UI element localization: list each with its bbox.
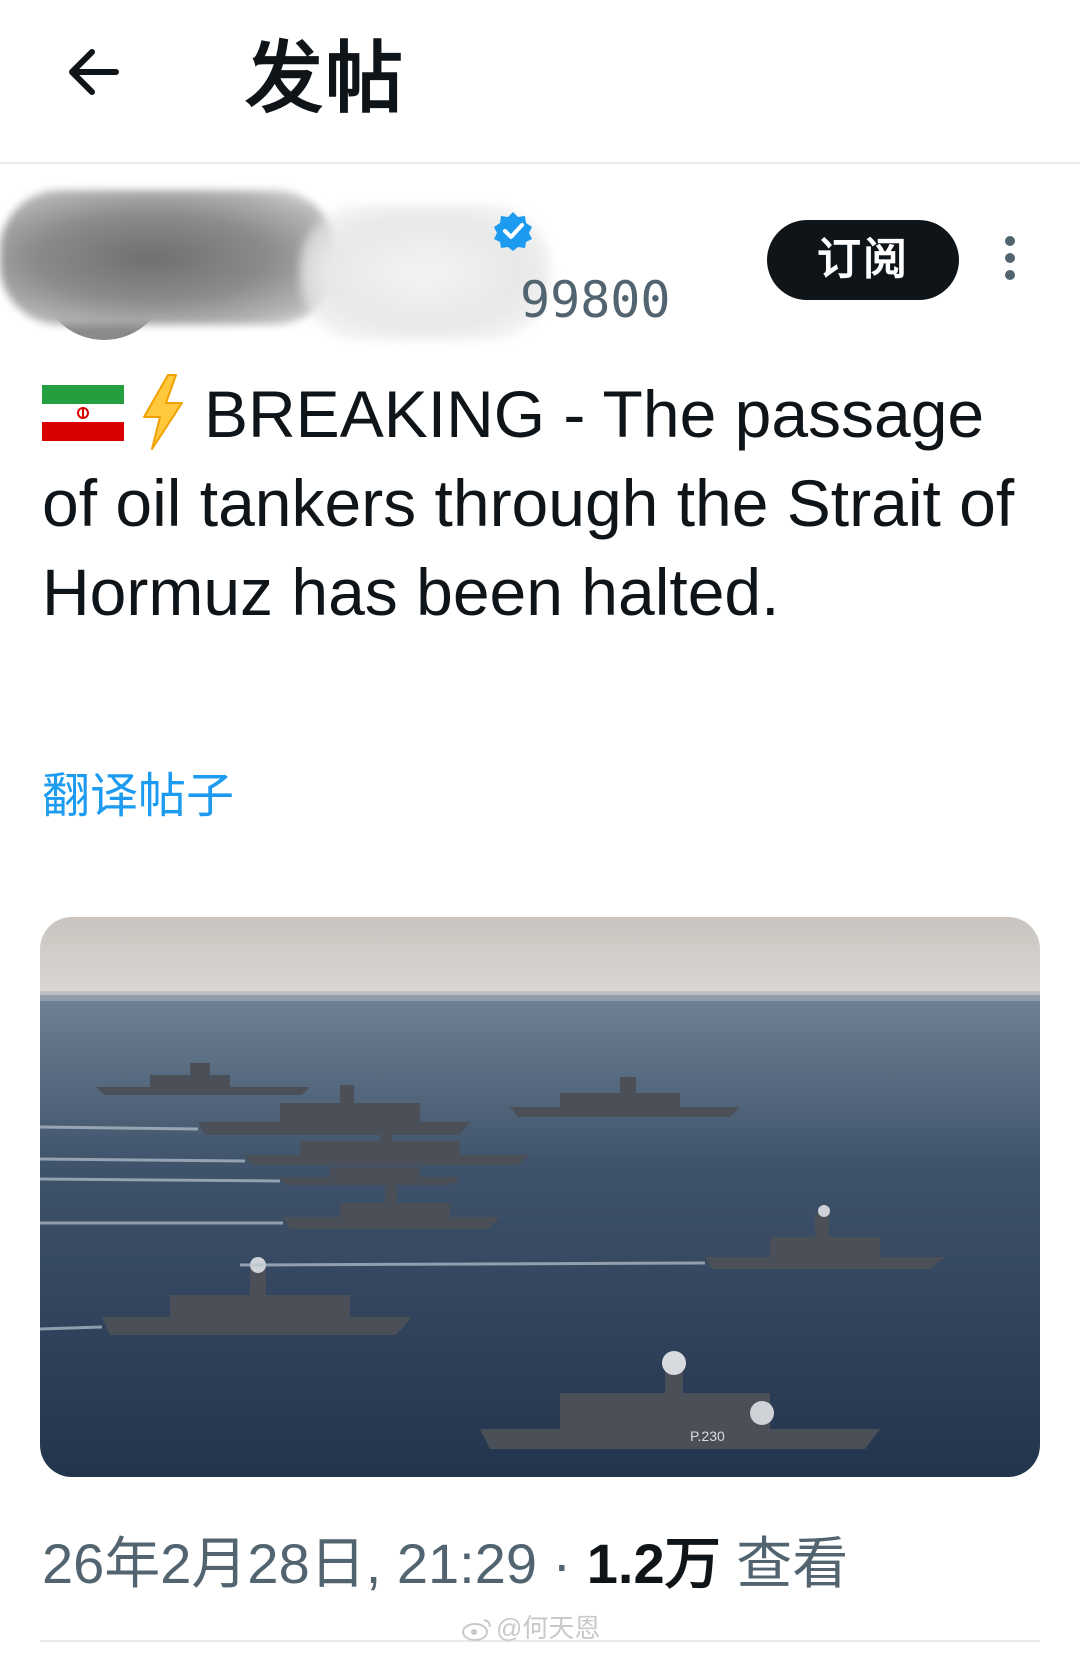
iran-flag-icon — [42, 385, 124, 441]
author-handle[interactable]: 99800 — [520, 270, 671, 330]
vertical-dots-icon[interactable] — [1002, 236, 1018, 284]
watermark: @何天恩 — [462, 1612, 600, 1644]
redacted-display-name — [0, 190, 335, 325]
views-count: 1.2万 — [586, 1532, 721, 1595]
subscribe-button[interactable]: 订阅 — [767, 220, 959, 300]
translate-post-link[interactable]: 翻译帖子 — [42, 765, 234, 829]
top-bar: 发帖 — [0, 0, 1080, 164]
post-meta: 26年2月28日, 21:29 · 1.2万 查看 — [42, 1528, 848, 1600]
post-text: BREAKING - The passage of oil tankers th… — [42, 370, 1052, 637]
lightning-bolt-icon — [143, 374, 183, 450]
weibo-icon — [462, 1619, 491, 1641]
watermark-text: @何天恩 — [496, 1613, 601, 1643]
post-datetime[interactable]: 26年2月28日, 21:29 — [42, 1532, 537, 1595]
hull-marking: P.230 — [690, 1428, 725, 1444]
post-image[interactable]: P.230 — [40, 917, 1040, 1477]
verified-badge-icon — [494, 212, 532, 251]
meta-separator: · — [552, 1532, 572, 1595]
page-title: 发帖 — [245, 34, 406, 122]
views-label: 查看 — [736, 1532, 849, 1595]
arrow-left-icon[interactable] — [62, 40, 126, 104]
